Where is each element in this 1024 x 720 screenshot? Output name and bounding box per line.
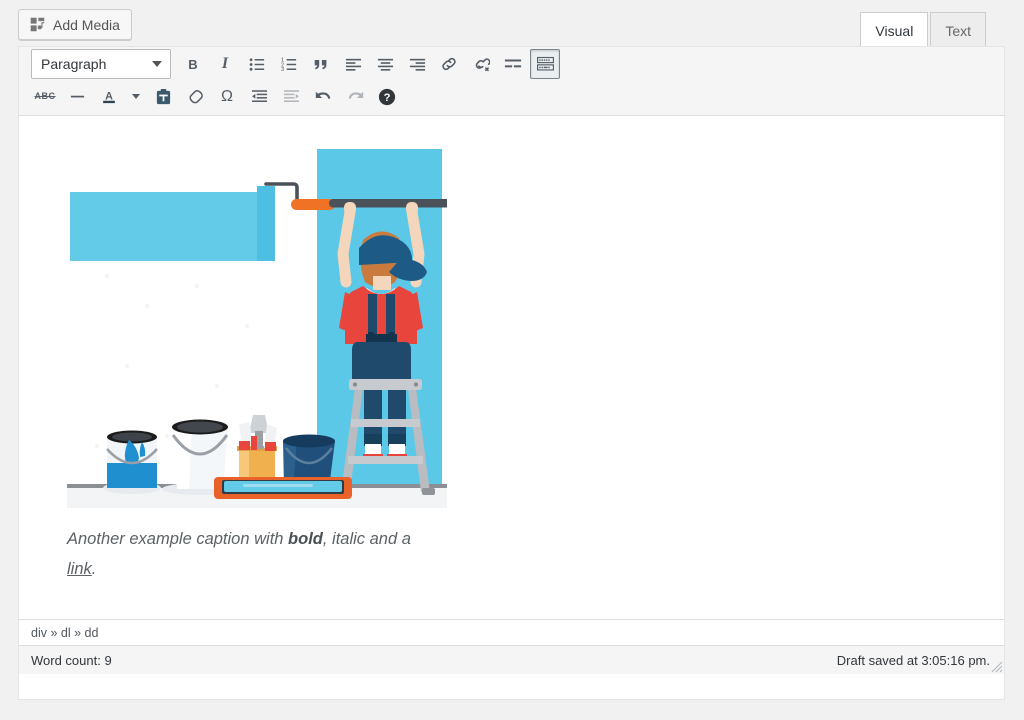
wordpress-classic-editor-screen: Add Media Visual Text Paragraph B I 1 2 …: [0, 0, 1024, 720]
redo-icon: [346, 88, 365, 106]
omega-glyph: Ω: [221, 87, 233, 105]
undo-button[interactable]: [308, 82, 338, 112]
element-path-bar[interactable]: div » dl » dd: [19, 619, 1004, 645]
strikethrough-button[interactable]: ABC: [30, 82, 60, 112]
numbered-list-button[interactable]: 1 2 3: [274, 49, 304, 79]
resize-grip-handle[interactable]: [987, 657, 1003, 673]
tab-visual[interactable]: Visual: [860, 12, 929, 48]
paste-as-text-button[interactable]: [148, 82, 178, 112]
caption-part-2: , italic and a: [322, 530, 411, 548]
chevron-down-icon: [132, 94, 140, 99]
italic-glyph: I: [221, 55, 229, 72]
editor-top-bar: Add Media Visual Text: [0, 0, 1005, 48]
editor-content-area[interactable]: Another example caption with bold, itali…: [19, 116, 1004, 619]
bold-glyph: B: [188, 56, 198, 72]
image-figure: Another example caption with bold, itali…: [67, 136, 447, 584]
redo-button[interactable]: [340, 82, 370, 112]
special-character-button[interactable]: Ω: [212, 82, 242, 112]
decrease-indent-button[interactable]: [244, 82, 274, 112]
align-right-button[interactable]: [402, 49, 432, 79]
strikethrough-glyph: ABC: [34, 91, 56, 101]
image-caption[interactable]: Another example caption with bold, itali…: [67, 524, 442, 584]
tab-visual-label: Visual: [875, 22, 914, 39]
add-media-button[interactable]: Add Media: [18, 9, 132, 40]
numbered-list-icon: 1 2 3: [281, 56, 298, 73]
align-left-button[interactable]: [338, 49, 368, 79]
caption-part-1: Another example caption with: [67, 530, 289, 548]
bulleted-list-icon: [249, 56, 266, 73]
align-left-icon: [345, 56, 362, 73]
tab-text[interactable]: Text: [930, 12, 986, 48]
indent-icon: [283, 88, 300, 105]
svg-text:?: ?: [384, 92, 391, 104]
help-icon: ?: [378, 88, 396, 106]
text-color-dropdown-button[interactable]: [126, 82, 146, 112]
unlink-icon: [472, 55, 490, 73]
outdent-icon: [251, 88, 268, 105]
editor-status-bar: Word count: 9 Draft saved at 3:05:16 pm.: [19, 645, 1004, 674]
align-center-button[interactable]: [370, 49, 400, 79]
caption-bold: bold: [288, 530, 323, 548]
keyboard-shortcuts-button[interactable]: ?: [372, 82, 402, 112]
add-media-label: Add Media: [53, 16, 120, 33]
draft-saved-status: Draft saved at 3:05:16 pm.: [836, 652, 990, 668]
svg-text:A: A: [105, 90, 113, 102]
link-icon: [440, 55, 458, 73]
media-icon: [29, 16, 46, 33]
painter-illustration[interactable]: [67, 136, 447, 508]
word-count: Word count: 9: [31, 652, 112, 668]
increase-indent-button[interactable]: [276, 82, 306, 112]
tab-text-label: Text: [945, 22, 971, 39]
keyboard-icon: [536, 56, 555, 72]
align-center-icon: [377, 56, 394, 73]
caption-link[interactable]: link: [67, 560, 92, 578]
eraser-icon: [186, 88, 204, 106]
paragraph-format-select-wrap: Paragraph: [31, 49, 171, 79]
read-more-icon: [504, 56, 522, 72]
remove-link-button[interactable]: [466, 49, 496, 79]
horizontal-rule-icon: [69, 88, 86, 105]
toolbar-row-1: Paragraph B I 1 2 3: [19, 47, 1004, 81]
paragraph-format-select[interactable]: Paragraph: [31, 49, 171, 79]
bold-button[interactable]: B: [178, 49, 208, 79]
blockquote-icon: [312, 56, 330, 73]
horizontal-line-button[interactable]: [62, 82, 92, 112]
clear-formatting-button[interactable]: [180, 82, 210, 112]
text-color-icon: A: [100, 88, 118, 106]
italic-button[interactable]: I: [210, 49, 240, 79]
toolbar-toggle-button[interactable]: [530, 49, 560, 79]
editor-mode-tabs: Visual Text: [860, 11, 986, 48]
editor-toolbar: Paragraph B I 1 2 3 ABC A Ω ?: [19, 47, 1004, 116]
insert-read-more-button[interactable]: [498, 49, 528, 79]
insert-link-button[interactable]: [434, 49, 464, 79]
text-color-button[interactable]: A: [94, 82, 124, 112]
toolbar-row-2: ABC A Ω ?: [19, 81, 1004, 115]
bulleted-list-button[interactable]: [242, 49, 272, 79]
clipboard-text-icon: [155, 88, 172, 106]
caption-part-3: .: [91, 560, 97, 579]
svg-text:3: 3: [281, 67, 284, 73]
element-path: div » dl » dd: [31, 625, 99, 640]
undo-icon: [314, 88, 333, 106]
blockquote-button[interactable]: [306, 49, 336, 79]
editor-panel: Paragraph B I 1 2 3 ABC A Ω ? Another ex…: [18, 46, 1005, 700]
align-right-icon: [409, 56, 426, 73]
